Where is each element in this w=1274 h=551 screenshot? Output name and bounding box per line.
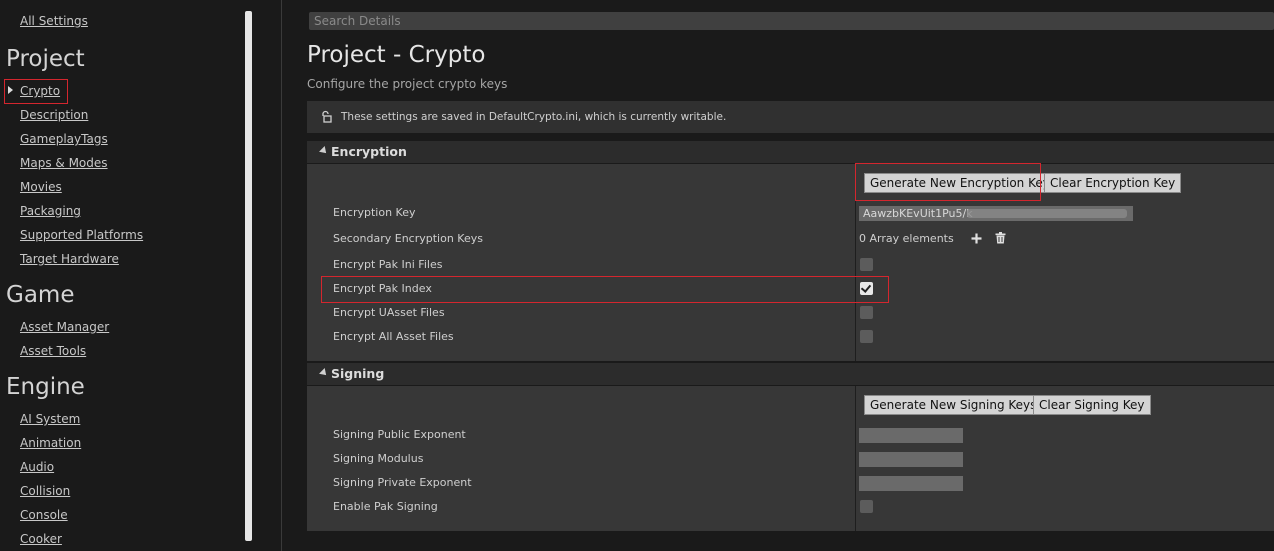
secondary-keys-count: 0 Array elements [859,232,954,245]
panel-divider [281,0,282,551]
signing-section-title: Signing [331,366,385,381]
collapse-arrow-icon [319,368,329,378]
nav-item-packaging[interactable]: Packaging [20,203,81,219]
enable-pak-signing-label: Enable Pak Signing [333,500,438,513]
encryption-key-field[interactable]: AawzbKEvUit1Pu5/k [859,206,1133,221]
search-placeholder: Search Details [314,14,401,28]
signing-section-header[interactable]: Signing [307,363,1274,385]
generate-key-highlight-box [855,163,1041,201]
nav-item-audio[interactable]: Audio [20,459,54,475]
encryption-key-value: AawzbKEvUit1Pu5/k [863,207,973,220]
signing-private-exponent-label: Signing Private Exponent [333,476,472,489]
search-details-input[interactable]: Search Details [309,12,1274,30]
nav-item-collision[interactable]: Collision [20,483,70,499]
secondary-keys-label: Secondary Encryption Keys [333,232,483,245]
encrypt-all-asset-label: Encrypt All Asset Files [333,330,454,343]
encrypt-pak-ini-label: Encrypt Pak Ini Files [333,258,443,271]
nav-item-movies[interactable]: Movies [20,179,62,195]
section-title-game: Game [6,282,75,308]
unlocked-icon [322,110,332,123]
signing-modulus-field[interactable] [859,452,963,467]
nav-item-cooker[interactable]: Cooker [20,531,62,547]
config-info-text: These settings are saved in DefaultCrypt… [341,111,727,123]
page-title: Project - Crypto [307,42,486,68]
section-title-engine: Engine [6,374,85,400]
nav-item-gameplaytags[interactable]: GameplayTags [20,131,108,147]
nav-item-console[interactable]: Console [20,507,68,523]
section-title-project: Project [6,46,85,72]
redacted-key-blur [967,209,1127,218]
add-element-icon[interactable] [971,233,982,244]
clear-signing-key-button[interactable]: Clear Signing Key [1033,395,1151,415]
encryption-section-title: Encryption [331,144,407,159]
encrypt-uasset-checkbox[interactable] [860,306,873,319]
nav-item-description[interactable]: Description [20,107,88,123]
encrypt-all-asset-checkbox[interactable] [860,330,873,343]
column-divider [855,386,856,531]
nav-item-animation[interactable]: Animation [20,435,81,451]
pak-index-highlight-box [321,276,889,303]
signing-private-exponent-field[interactable] [859,476,963,491]
generate-signing-keys-button[interactable]: Generate New Signing Keys [864,395,1043,415]
encryption-key-label: Encryption Key [333,206,416,219]
nav-item-target-hardware[interactable]: Target Hardware [20,251,119,267]
nav-item-asset-tools[interactable]: Asset Tools [20,343,86,359]
clear-encryption-key-button[interactable]: Clear Encryption Key [1044,173,1182,193]
nav-item-asset-manager[interactable]: Asset Manager [20,319,109,335]
encrypt-uasset-label: Encrypt UAsset Files [333,306,445,319]
sidebar-scrollbar[interactable] [245,11,252,541]
delete-all-icon[interactable] [995,232,1006,244]
nav-item-maps-modes[interactable]: Maps & Modes [20,155,108,171]
signing-public-exponent-field[interactable] [859,428,963,443]
signing-public-exponent-label: Signing Public Exponent [333,428,466,441]
nav-item-ai-system[interactable]: AI System [20,411,80,427]
encrypt-pak-ini-checkbox[interactable] [860,258,873,271]
nav-item-supported-platforms[interactable]: Supported Platforms [20,227,143,243]
enable-pak-signing-checkbox[interactable] [860,500,873,513]
all-settings-link[interactable]: All Settings [20,13,88,29]
collapse-arrow-icon [319,146,329,156]
crypto-highlight-box [4,79,68,104]
page-subtitle: Configure the project crypto keys [307,77,508,91]
encryption-section-header[interactable]: Encryption [307,141,1274,163]
signing-modulus-label: Signing Modulus [333,452,424,465]
